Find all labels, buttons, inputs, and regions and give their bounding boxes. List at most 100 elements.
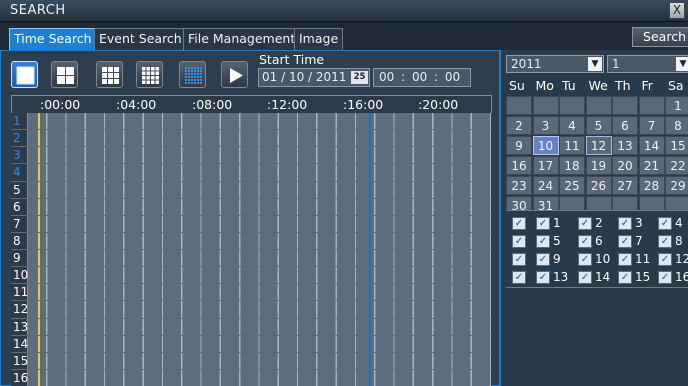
channel-label: 11 xyxy=(13,285,29,300)
calendar-day[interactable]: 29 xyxy=(665,176,688,195)
calendar-day[interactable]: 2 xyxy=(506,116,532,135)
calendar-icon[interactable]: 25 xyxy=(351,71,368,84)
channel-checkbox[interactable]: ✓ xyxy=(536,217,550,230)
channel-checkbox-label: 11 xyxy=(635,252,651,266)
timeline-row: 12 xyxy=(11,301,492,319)
weekday-label: Fr xyxy=(641,78,653,93)
channel-checkbox-label: 3 xyxy=(635,216,643,230)
channel-label: 10 xyxy=(13,268,29,283)
channel-checkbox[interactable]: ✓ xyxy=(578,217,592,230)
timeline-hour-label: :00:00 xyxy=(40,97,81,112)
channel-checkbox[interactable]: ✓ xyxy=(536,253,550,266)
calendar-day[interactable]: 26 xyxy=(585,176,612,195)
channel-checkbox-label: 2 xyxy=(595,216,603,230)
calendar-day[interactable]: 14 xyxy=(638,136,665,155)
calendar-day[interactable]: 27 xyxy=(612,176,638,195)
channel-checkbox-label: 10 xyxy=(595,252,611,266)
calendar-empty-cell xyxy=(506,96,532,115)
month-select[interactable]: 1 ▼ xyxy=(607,55,688,73)
start-time-field[interactable]: 00 : 00 : 00 xyxy=(373,68,471,87)
time-search-panel: Start Time 01 / 10 / 2011 25 00 : 00 : 0… xyxy=(0,50,501,386)
calendar-day[interactable]: 24 xyxy=(532,176,559,195)
calendar-day[interactable]: 22 xyxy=(665,156,688,175)
calendar-day[interactable]: 23 xyxy=(506,176,532,195)
channel-checkbox[interactable]: ✓ xyxy=(578,235,592,248)
channel-checkbox-label: 4 xyxy=(675,216,683,230)
channel-checkbox[interactable]: ✓ xyxy=(618,235,632,248)
channel-checkbox[interactable]: ✓ xyxy=(618,253,632,266)
channel-checkbox[interactable]: ✓ xyxy=(536,235,550,248)
timeline-header: :00:00:04:00:08:00:12:00:16:00:20:00 xyxy=(11,95,492,113)
calendar-day[interactable]: 13 xyxy=(612,136,638,155)
calendar-day[interactable]: 16 xyxy=(506,156,532,175)
row-select-checkbox[interactable]: ✓ xyxy=(512,271,526,284)
channel-checkbox-label: 16 xyxy=(675,270,688,284)
calendar-day[interactable]: 8 xyxy=(665,116,688,135)
sixteen-view-button[interactable] xyxy=(136,61,163,88)
calendar-day[interactable]: 10 xyxy=(532,136,559,155)
channel-checkbox[interactable]: ✓ xyxy=(536,271,550,284)
calendar-day[interactable]: 17 xyxy=(532,156,559,175)
tab-event-search[interactable]: Event Search xyxy=(94,28,187,50)
channel-checkbox[interactable]: ✓ xyxy=(658,235,672,248)
thirtysix-view-button[interactable] xyxy=(179,61,206,88)
close-button[interactable]: X xyxy=(669,2,685,19)
timeline-hour-label: :04:00 xyxy=(116,97,157,112)
calendar-empty-cell xyxy=(638,96,665,115)
calendar-day[interactable]: 25 xyxy=(559,176,585,195)
timeline-row: 5 xyxy=(11,182,492,199)
calendar-day[interactable]: 6 xyxy=(612,116,638,135)
calendar-empty-cell xyxy=(532,96,559,115)
sixteen-view-icon xyxy=(142,67,159,84)
channel-checkbox[interactable]: ✓ xyxy=(578,253,592,266)
quad-view-button[interactable] xyxy=(51,61,78,88)
weekday-label: Mo xyxy=(535,78,554,93)
calendar-day[interactable]: 20 xyxy=(612,156,638,175)
timeline-hour-label: :16:00 xyxy=(343,97,384,112)
play-button[interactable] xyxy=(221,61,248,88)
tab-image[interactable]: Image xyxy=(294,28,344,50)
channel-checkbox[interactable]: ✓ xyxy=(658,217,672,230)
year-select[interactable]: 2011 ▼ xyxy=(506,55,604,73)
calendar-day[interactable]: 15 xyxy=(665,136,688,155)
calendar-day[interactable]: 19 xyxy=(585,156,612,175)
search-button[interactable]: Search xyxy=(632,27,688,47)
timeline-row: 4 xyxy=(11,164,492,182)
tab-time-search[interactable]: Time Search xyxy=(9,28,97,50)
channel-checkbox[interactable]: ✓ xyxy=(618,217,632,230)
nine-view-button[interactable] xyxy=(96,61,123,88)
tab-file-management[interactable]: File Management xyxy=(183,28,301,50)
channel-label: 1 xyxy=(13,114,21,128)
channel-checkbox[interactable]: ✓ xyxy=(658,271,672,284)
calendar-day[interactable]: 9 xyxy=(506,136,532,155)
start-time-label: Start Time xyxy=(259,52,325,67)
row-select-checkbox[interactable]: ✓ xyxy=(512,253,526,266)
timeline-row: 8 xyxy=(11,233,492,250)
calendar-day[interactable]: 21 xyxy=(638,156,665,175)
channel-label: 9 xyxy=(13,251,21,265)
calendar-empty-cell xyxy=(559,96,585,115)
channel-checkbox-label: 8 xyxy=(675,234,683,248)
calendar-day[interactable]: 7 xyxy=(638,116,665,135)
channel-checkbox[interactable]: ✓ xyxy=(578,271,592,284)
calendar-day[interactable]: 4 xyxy=(559,116,585,135)
row-select-checkbox[interactable]: ✓ xyxy=(512,217,526,230)
calendar-day[interactable]: 12 xyxy=(585,136,612,155)
timeline-row: 11 xyxy=(11,284,492,302)
calendar-day[interactable]: 1 xyxy=(665,96,688,115)
single-view-button[interactable] xyxy=(11,61,38,88)
play-icon xyxy=(230,68,243,83)
channel-label: 16 xyxy=(13,370,29,385)
calendar-day[interactable]: 5 xyxy=(585,116,612,135)
calendar-day[interactable]: 3 xyxy=(532,116,559,135)
channel-checkbox-label: 9 xyxy=(553,252,561,266)
calendar-day[interactable]: 11 xyxy=(559,136,585,155)
calendar-day[interactable]: 28 xyxy=(638,176,665,195)
channel-checkbox[interactable]: ✓ xyxy=(618,271,632,284)
channel-checkbox[interactable]: ✓ xyxy=(658,253,672,266)
timeline-row: 10 xyxy=(11,267,492,285)
row-select-checkbox[interactable]: ✓ xyxy=(512,235,526,248)
timeline-row: 9 xyxy=(11,250,492,268)
calendar-day[interactable]: 18 xyxy=(559,156,585,175)
year-value: 2011 xyxy=(511,57,542,71)
